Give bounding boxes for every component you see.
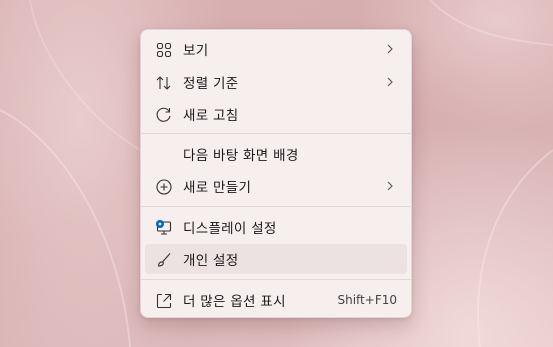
menu-item-label: 보기	[183, 43, 209, 59]
chevron-right-icon	[387, 181, 393, 191]
menu-item-show-more-options[interactable]: 더 많은 옵션 표시 Shift+F10	[145, 285, 407, 315]
menu-item-personalize[interactable]: 개인 설정	[145, 244, 407, 274]
view-grid-icon	[155, 41, 173, 59]
desktop-context-menu: 보기 정렬 기준 새로 고침 다음 바탕 화면 배경 새로 만들기 디스플레이 …	[140, 29, 412, 318]
chevron-right-icon	[387, 44, 393, 54]
menu-item-label: 새로 만들기	[183, 180, 252, 196]
show-more-options-icon	[155, 292, 173, 310]
menu-item-label: 디스플레이 설정	[183, 221, 277, 237]
menu-item-label: 정렬 기준	[183, 76, 239, 92]
new-plus-icon	[155, 178, 173, 196]
menu-separator	[141, 279, 411, 280]
menu-item-sort-by[interactable]: 정렬 기준	[145, 67, 407, 97]
menu-item-view[interactable]: 보기	[145, 34, 407, 64]
display-settings-icon	[155, 219, 173, 237]
keyboard-shortcut: Shift+F10	[337, 293, 397, 307]
menu-separator	[141, 206, 411, 207]
menu-item-next-desktop-background[interactable]: 다음 바탕 화면 배경	[145, 139, 407, 169]
personalize-brush-icon	[155, 251, 173, 269]
menu-item-label: 개인 설정	[183, 253, 239, 269]
menu-item-label: 더 많은 옵션 표시	[183, 294, 286, 310]
menu-item-new[interactable]: 새로 만들기	[145, 171, 407, 201]
sort-arrows-icon	[155, 74, 173, 92]
menu-item-refresh[interactable]: 새로 고침	[145, 99, 407, 129]
menu-item-display-settings[interactable]: 디스플레이 설정	[145, 212, 407, 242]
menu-item-label: 새로 고침	[183, 108, 239, 124]
menu-item-label: 다음 바탕 화면 배경	[183, 148, 299, 164]
refresh-icon	[155, 106, 173, 124]
chevron-right-icon	[387, 77, 393, 87]
menu-separator	[141, 133, 411, 134]
